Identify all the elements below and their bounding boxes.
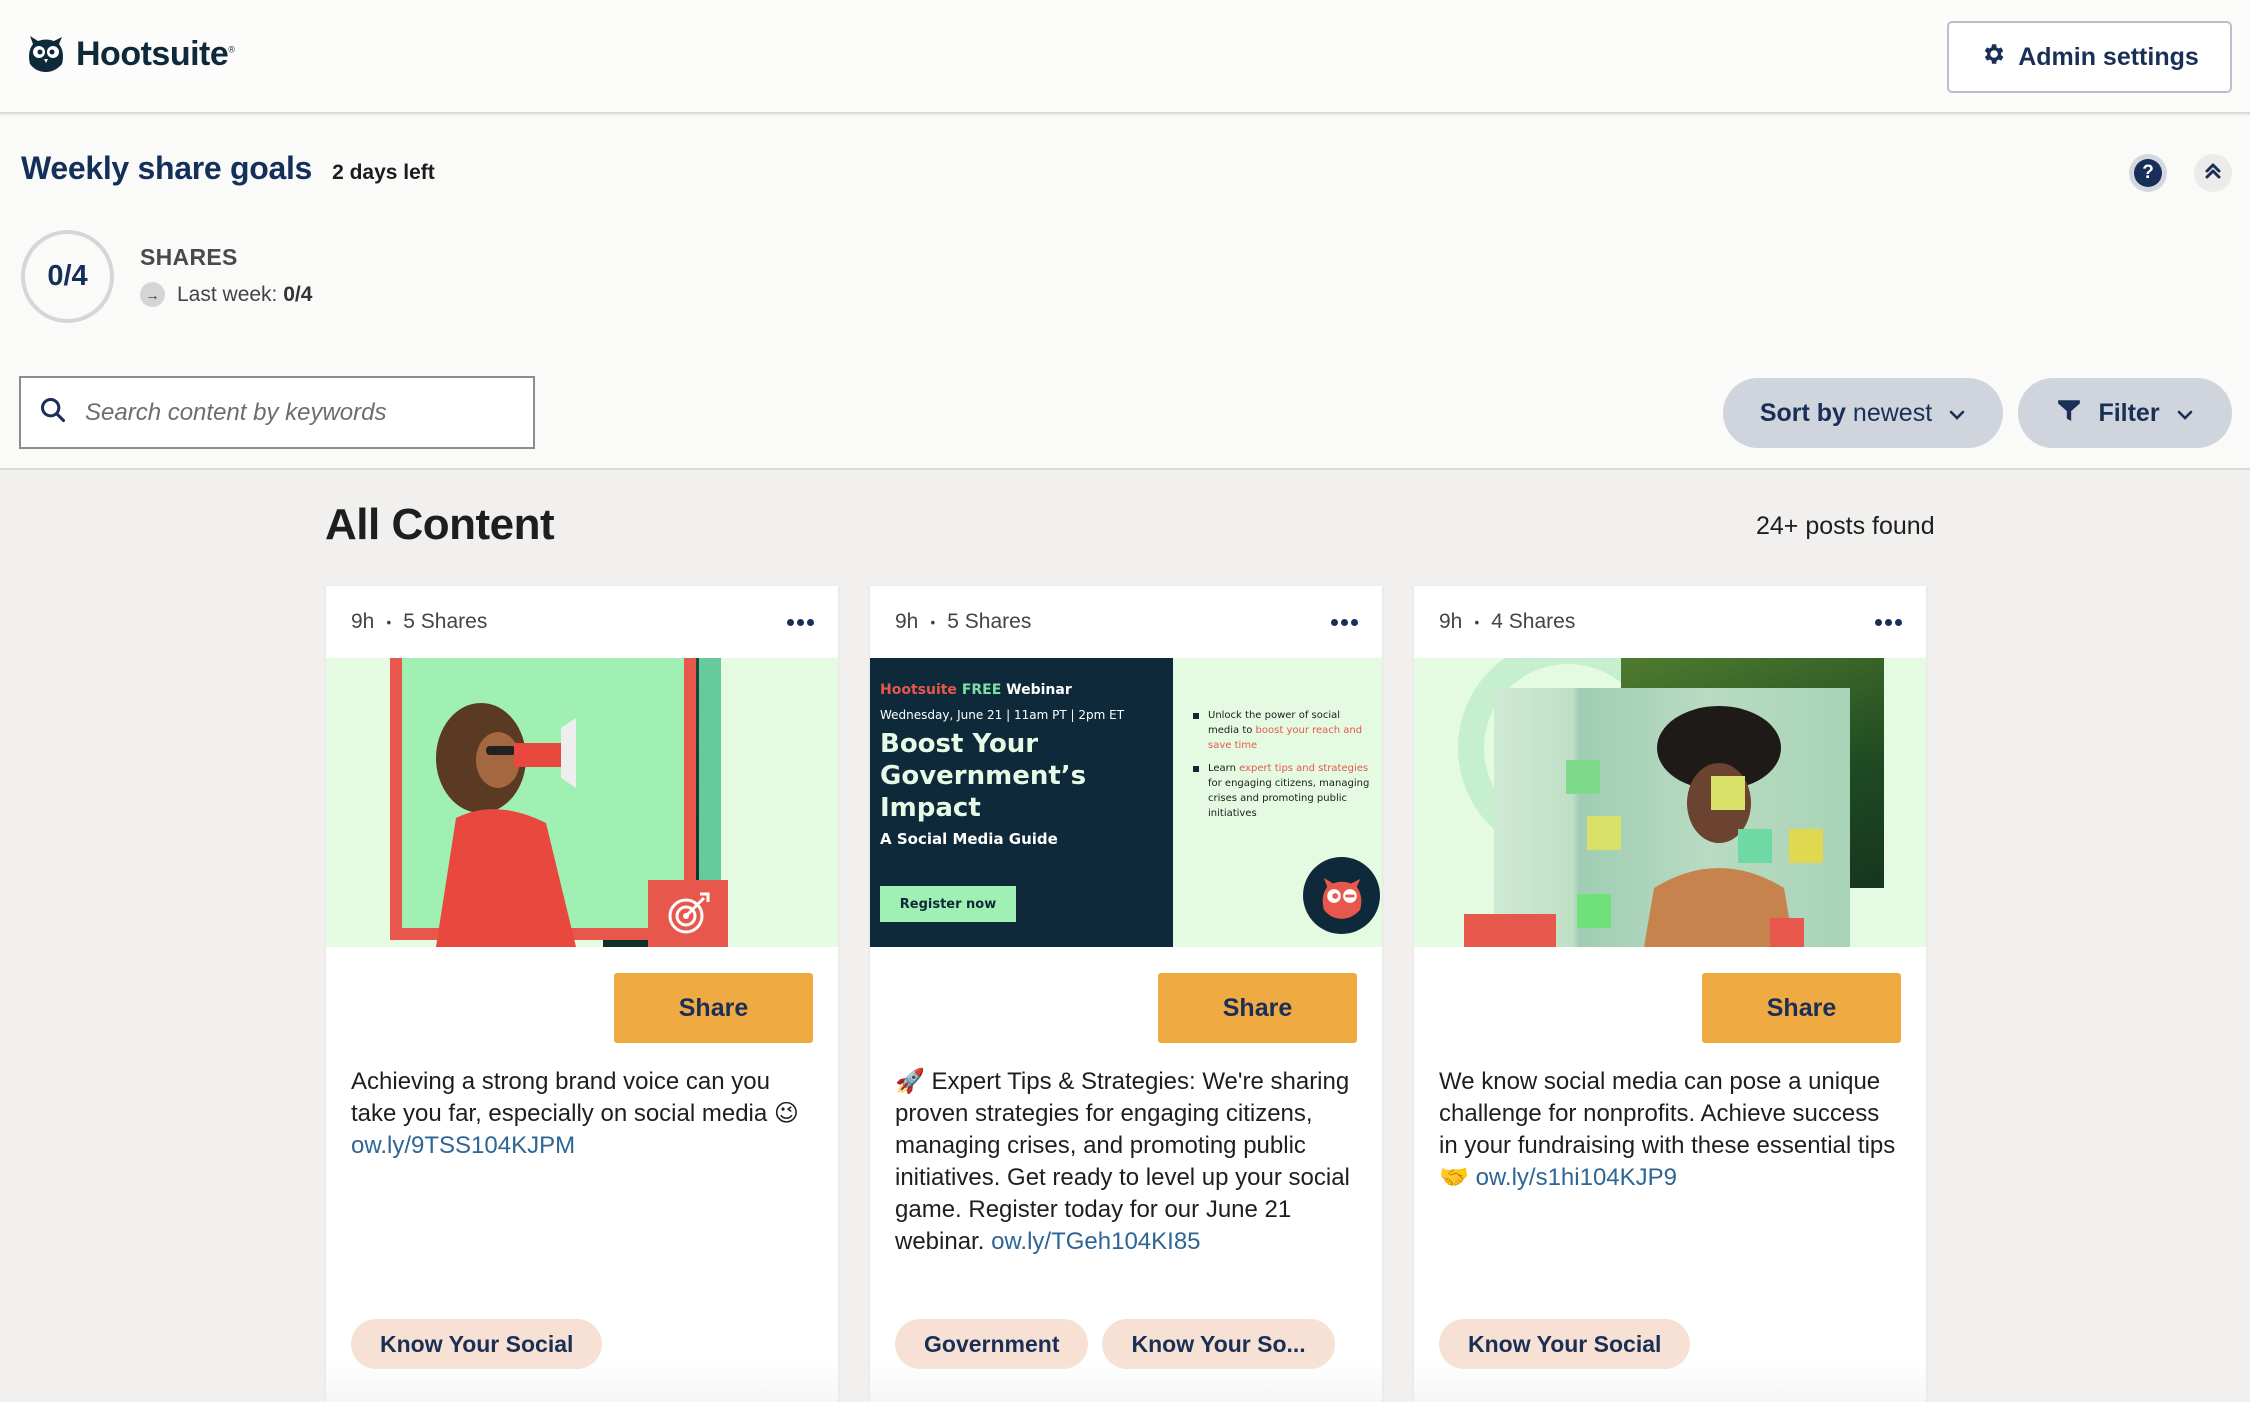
tag-list: Know Your Social bbox=[351, 1319, 603, 1369]
posts-found-count: 24+ posts found bbox=[1756, 512, 1935, 540]
sort-prefix: Sort by bbox=[1759, 398, 1846, 427]
funnel-icon bbox=[2056, 397, 2082, 430]
post-image[interactable] bbox=[326, 658, 838, 947]
help-button[interactable]: ? bbox=[2129, 154, 2167, 192]
arrow-right-icon: → bbox=[140, 282, 165, 307]
last-week-stat: → Last week: 0/4 bbox=[140, 282, 312, 307]
post-image[interactable]: Hootsuite FREE Webinar Wednesday, June 2… bbox=[870, 658, 1382, 947]
post-link[interactable]: ow.ly/9TSS104KJPM bbox=[351, 1132, 575, 1159]
share-count: 4 Shares bbox=[1491, 610, 1576, 633]
admin-settings-label: Admin settings bbox=[2018, 42, 2199, 71]
target-icon bbox=[648, 880, 728, 947]
thinking-person-illustration bbox=[1644, 706, 1794, 947]
more-options-icon[interactable] bbox=[1875, 613, 1902, 632]
content-card: 9h • 5 Shares Share Achieving a strong b… bbox=[326, 586, 838, 1402]
double-chevron-up-icon bbox=[2203, 161, 2223, 186]
page-title: All Content bbox=[325, 500, 555, 549]
post-age: 9h bbox=[895, 610, 919, 633]
logo-text: Hootsuite® bbox=[76, 35, 235, 73]
last-week-label: Last week: bbox=[177, 282, 278, 306]
search-box[interactable] bbox=[19, 376, 535, 449]
card-header: 9h • 5 Shares bbox=[870, 586, 1382, 658]
sort-dropdown[interactable]: Sort by newest bbox=[1723, 378, 2003, 448]
megaphone-person-illustration bbox=[436, 703, 576, 947]
post-text: Achieving a strong brand voice can you t… bbox=[351, 1068, 799, 1159]
post-age: 9h bbox=[351, 610, 375, 633]
goals-title: Weekly share goals bbox=[21, 150, 313, 186]
post-link[interactable]: ow.ly/s1hi104KJP9 bbox=[1476, 1164, 1677, 1191]
share-button[interactable]: Share bbox=[1702, 973, 1901, 1043]
share-count: 5 Shares bbox=[403, 610, 488, 633]
gear-icon bbox=[1980, 41, 2006, 74]
tag-chip[interactable]: Know Your So... bbox=[1102, 1319, 1335, 1369]
goals-header: Weekly share goals 2 days left bbox=[21, 150, 435, 187]
tag-chip[interactable]: Know Your Social bbox=[1439, 1319, 1691, 1369]
owl-logo-icon bbox=[1303, 857, 1380, 934]
search-input[interactable] bbox=[85, 398, 505, 427]
post-text: We know social media can pose a unique c… bbox=[1439, 1068, 1896, 1191]
owl-logo-icon bbox=[24, 30, 68, 79]
admin-settings-button[interactable]: Admin settings bbox=[1947, 21, 2232, 93]
shares-label: SHARES bbox=[140, 244, 238, 270]
shares-progress-ring: 0/4 bbox=[21, 230, 114, 323]
search-icon bbox=[39, 396, 67, 429]
share-button[interactable]: Share bbox=[614, 973, 813, 1043]
filter-dropdown[interactable]: Filter bbox=[2018, 378, 2232, 448]
last-week-value: 0/4 bbox=[283, 282, 313, 306]
target-icon bbox=[1464, 914, 1556, 947]
tag-list: Know Your Social bbox=[1439, 1319, 1691, 1369]
shares-progress-value: 0/4 bbox=[47, 260, 88, 292]
post-image[interactable] bbox=[1414, 658, 1926, 947]
more-options-icon[interactable] bbox=[1331, 613, 1358, 632]
days-left: 2 days left bbox=[332, 161, 435, 184]
hootsuite-logo[interactable]: Hootsuite® bbox=[24, 30, 235, 79]
webinar-banner: Hootsuite FREE Webinar Wednesday, June 2… bbox=[870, 658, 1173, 947]
collapse-button[interactable] bbox=[2194, 154, 2232, 192]
top-bar: Hootsuite® Admin settings bbox=[0, 0, 2250, 114]
content-card: 9h • 5 Shares Hootsuite FREE Webinar Wed… bbox=[870, 586, 1382, 1402]
chevron-down-icon bbox=[2176, 399, 2194, 428]
share-count: 5 Shares bbox=[947, 610, 1032, 633]
post-link[interactable]: ow.ly/TGeh104KI85 bbox=[991, 1228, 1200, 1255]
card-header: 9h • 4 Shares bbox=[1414, 586, 1926, 658]
tag-chip[interactable]: Government bbox=[895, 1319, 1089, 1369]
share-button[interactable]: Share bbox=[1158, 973, 1357, 1043]
tag-chip[interactable]: Know Your Social bbox=[351, 1319, 603, 1369]
tag-list: Government Know Your So... bbox=[895, 1319, 1335, 1369]
filter-label: Filter bbox=[2098, 398, 2160, 427]
card-header: 9h • 5 Shares bbox=[326, 586, 838, 658]
chevron-down-icon bbox=[1948, 399, 1966, 428]
sort-value: newest bbox=[1852, 398, 1933, 427]
question-icon: ? bbox=[2134, 159, 2162, 187]
content-card: 9h • 4 Shares Share We know social media… bbox=[1414, 586, 1926, 1402]
more-options-icon[interactable] bbox=[787, 613, 814, 632]
post-text: 🚀 Expert Tips & Strategies: We're sharin… bbox=[895, 1068, 1350, 1255]
post-age: 9h bbox=[1439, 610, 1463, 633]
